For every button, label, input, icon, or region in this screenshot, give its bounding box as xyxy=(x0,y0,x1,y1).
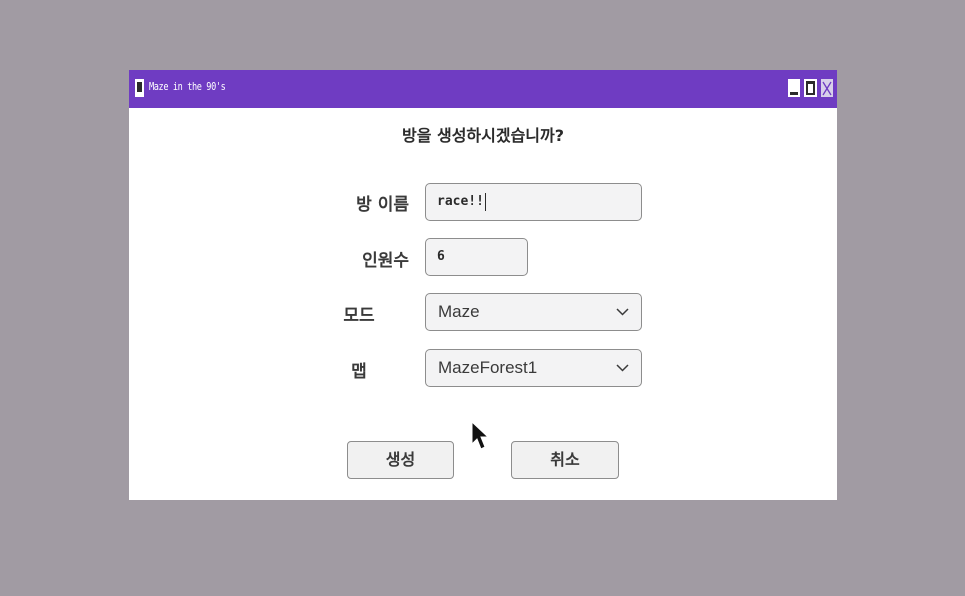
close-icon xyxy=(822,81,832,96)
map-select[interactable]: MazeForest1 xyxy=(425,349,642,387)
minimize-button[interactable] xyxy=(787,78,801,98)
map-label: 맵 xyxy=(351,362,367,382)
window-title: Maze in the 90's xyxy=(149,80,226,93)
create-button[interactable]: 생성 xyxy=(347,441,454,479)
room-name-input[interactable]: race!! xyxy=(425,183,642,221)
text-caret xyxy=(484,192,486,211)
players-label: 인원수 xyxy=(362,251,409,271)
mode-selected: Maze xyxy=(438,302,480,321)
app-icon xyxy=(135,79,144,97)
close-button[interactable] xyxy=(820,78,834,98)
mode-select[interactable]: Maze xyxy=(425,293,642,331)
room-name-label: 방 이름 xyxy=(356,195,409,215)
dialog-question: 방을 생성하시겠습니까? xyxy=(401,126,565,145)
players-input[interactable]: 6 xyxy=(425,238,528,276)
mode-label: 모드 xyxy=(343,306,375,326)
room-name-value: race!! xyxy=(437,194,484,209)
chevron-down-icon xyxy=(616,308,629,316)
cancel-button[interactable]: 취소 xyxy=(511,441,619,479)
maximize-button[interactable] xyxy=(803,78,818,98)
title-bar[interactable]: Maze in the 90's xyxy=(129,70,837,108)
players-value: 6 xyxy=(437,249,445,264)
mouse-pointer-icon xyxy=(471,420,490,450)
chevron-down-icon xyxy=(616,364,629,372)
map-selected: MazeForest1 xyxy=(438,358,538,377)
